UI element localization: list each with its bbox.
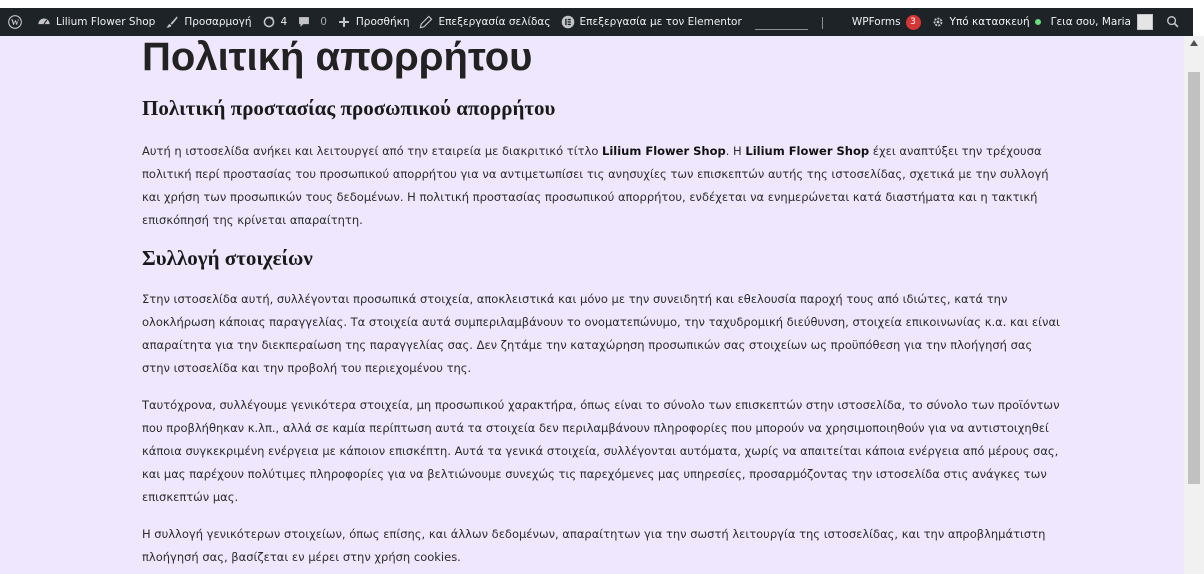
account-area: Γεια σου, Maria <box>1046 8 1193 36</box>
scroll-up-arrow[interactable] <box>1184 36 1204 50</box>
comments-menu[interactable]: 0 <box>292 8 332 36</box>
comments-count: 0 <box>320 16 327 28</box>
site-name-label: Lilium Flower Shop <box>56 16 156 28</box>
status-dot <box>1034 19 1041 25</box>
search-icon <box>1166 15 1180 29</box>
paragraph-collection: Στην ιστοσελίδα αυτή, συλλέγονται προσωπ… <box>142 292 1060 375</box>
brush-icon <box>165 15 179 29</box>
avatar <box>1137 14 1153 30</box>
edit-elementor-menu[interactable]: Επεξεργασία με τον Elementor <box>556 8 747 36</box>
new-content-menu[interactable]: Προσθήκη <box>332 8 415 36</box>
plus-icon <box>337 15 351 29</box>
wpforms-menu[interactable]: WPForms 3 <box>847 8 926 36</box>
updates-icon <box>262 15 276 29</box>
brand-name: Lilium Flower Shop <box>745 144 870 158</box>
edit-page-menu[interactable]: Επεξεργασία σελίδας <box>414 8 555 36</box>
comment-icon <box>297 15 311 29</box>
new-content-label: Προσθήκη <box>355 16 410 28</box>
paragraph-intro: Αυτή η ιστοσελίδα ανήκει και λειτουργεί … <box>142 140 1062 232</box>
page-scrollbar[interactable] <box>1184 36 1204 574</box>
toolbar-divider <box>754 29 809 30</box>
intro-text-a: Αυτή η ιστοσελίδα ανήκει και λειτουργεί … <box>142 144 603 158</box>
customize-label: Προσαρμογή <box>184 16 252 28</box>
wpforms-label: WPForms <box>851 16 901 28</box>
elementor-icon <box>561 15 575 29</box>
page-content-area: Πολιτική απορρήτου Πολιτική προστασίας π… <box>0 36 1184 574</box>
greeting-label: Γεια σου, Maria <box>1050 16 1131 28</box>
section-heading-privacy-policy: Πολιτική προστασίας προσωπικού απορρήτου <box>142 96 556 120</box>
scrollbar-thumb[interactable] <box>1188 72 1200 484</box>
toolbar-separator <box>822 17 823 29</box>
brand-name: Lilium Flower Shop <box>602 144 726 158</box>
maintenance-label: Υπό κατασκευή <box>949 16 1030 28</box>
page-title: Πολιτική απορρήτου <box>142 36 533 79</box>
admin-bar-wrapper: W Lilium Flower Shop Προσαρμογή 4 0 Προσ… <box>0 0 1204 36</box>
maintenance-mode-menu[interactable]: Υπό κατασκευή <box>926 8 1046 36</box>
wp-logo-menu[interactable]: W <box>0 8 32 36</box>
site-name-menu[interactable]: Lilium Flower Shop <box>32 8 160 36</box>
updates-menu[interactable]: 4 <box>257 8 293 36</box>
wordpress-icon: W <box>8 15 22 29</box>
section-heading-data-collection: Συλλογή στοιχείων <box>142 246 313 270</box>
wpforms-notification-badge: 3 <box>905 14 921 30</box>
admin-bar: W Lilium Flower Shop Προσαρμογή 4 0 Προσ… <box>0 8 1193 36</box>
updates-count: 4 <box>280 16 288 28</box>
intro-text-b: . Η <box>725 144 746 158</box>
dashboard-icon <box>37 15 51 29</box>
edit-page-label: Επεξεργασία σελίδας <box>438 16 551 28</box>
edit-elementor-label: Επεξεργασία με τον Elementor <box>579 16 742 28</box>
gear-icon <box>931 15 945 29</box>
search-button[interactable] <box>1161 8 1193 36</box>
paragraph-general-data: Ταυτόχρονα, συλλέγουμε γενικότερα στοιχε… <box>142 398 1060 504</box>
svg-text:W: W <box>11 18 20 27</box>
paragraph-cookies: Η συλλογή γενικότερων στοιχείων, όπως επ… <box>142 527 1046 564</box>
my-account-menu[interactable]: Γεια σου, Maria <box>1046 8 1161 36</box>
pencil-icon <box>419 15 433 29</box>
customize-menu[interactable]: Προσαρμογή <box>160 8 256 36</box>
